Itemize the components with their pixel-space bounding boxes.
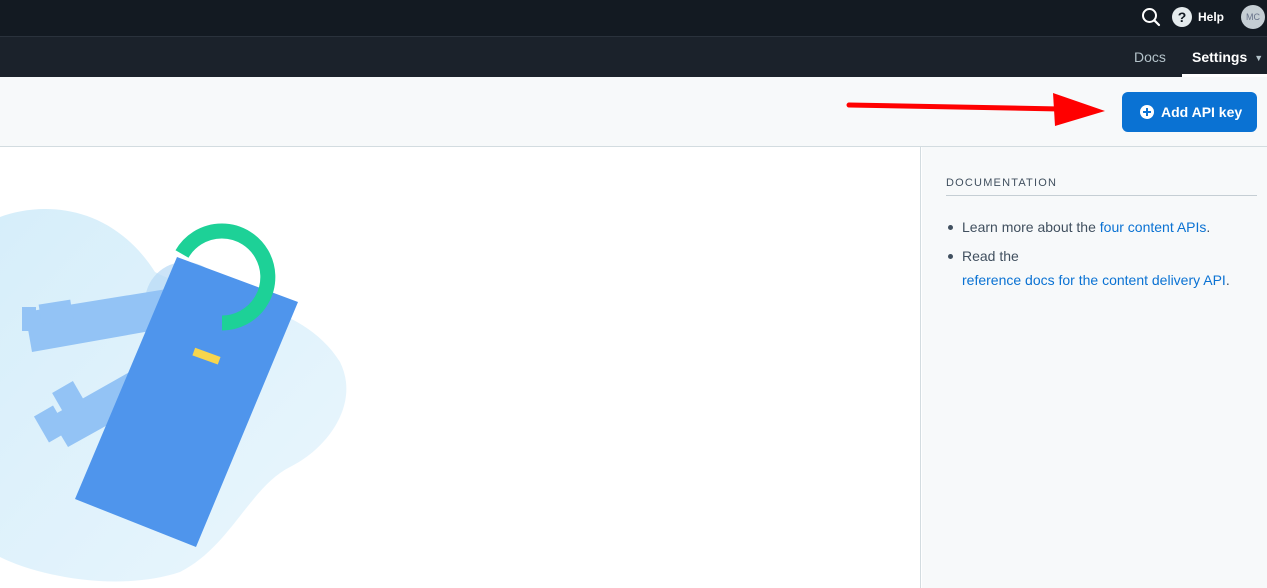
plus-circle-icon xyxy=(1140,105,1154,119)
list-item-suffix: . xyxy=(1225,272,1230,288)
list-item-text: Learn more about the xyxy=(962,219,1100,235)
chevron-down-icon: ▼ xyxy=(1254,53,1264,63)
main-nav: Docs Settings ▼ xyxy=(0,36,1267,77)
red-arrow-annotation xyxy=(846,93,1105,126)
main-content xyxy=(0,147,921,588)
help-label: Help xyxy=(1198,10,1225,24)
nav-settings[interactable]: Settings ▼ xyxy=(1182,37,1267,77)
page-toolbar: Add API key xyxy=(0,77,1267,147)
list-item-suffix: . xyxy=(1206,219,1211,235)
documentation-list: Learn more about the four content APIs. … xyxy=(946,215,1266,297)
add-api-key-label: Add API key xyxy=(1161,104,1243,120)
list-item: Read the reference docs for the content … xyxy=(946,244,1266,292)
nav-settings-label: Settings xyxy=(1192,49,1248,65)
top-bar: ? Help MC xyxy=(0,0,1267,36)
documentation-sidebar: DOCUMENTATION Learn more about the four … xyxy=(922,147,1267,588)
avatar[interactable]: MC xyxy=(1241,5,1265,29)
nav-docs[interactable]: Docs xyxy=(1134,49,1166,65)
question-circle-icon: ? xyxy=(1172,7,1192,27)
api-keys-illustration xyxy=(0,209,347,582)
search-icon[interactable] xyxy=(1140,6,1162,28)
four-content-apis-link[interactable]: four content APIs xyxy=(1100,219,1207,235)
help-menu[interactable]: ? Help xyxy=(1172,6,1224,28)
documentation-heading: DOCUMENTATION xyxy=(946,177,1257,196)
list-item-text: Read the xyxy=(962,248,1019,264)
reference-docs-link[interactable]: reference docs for the content delivery … xyxy=(962,272,1226,288)
list-item: Learn more about the four content APIs. xyxy=(946,215,1266,239)
add-api-key-button[interactable]: Add API key xyxy=(1122,92,1257,132)
